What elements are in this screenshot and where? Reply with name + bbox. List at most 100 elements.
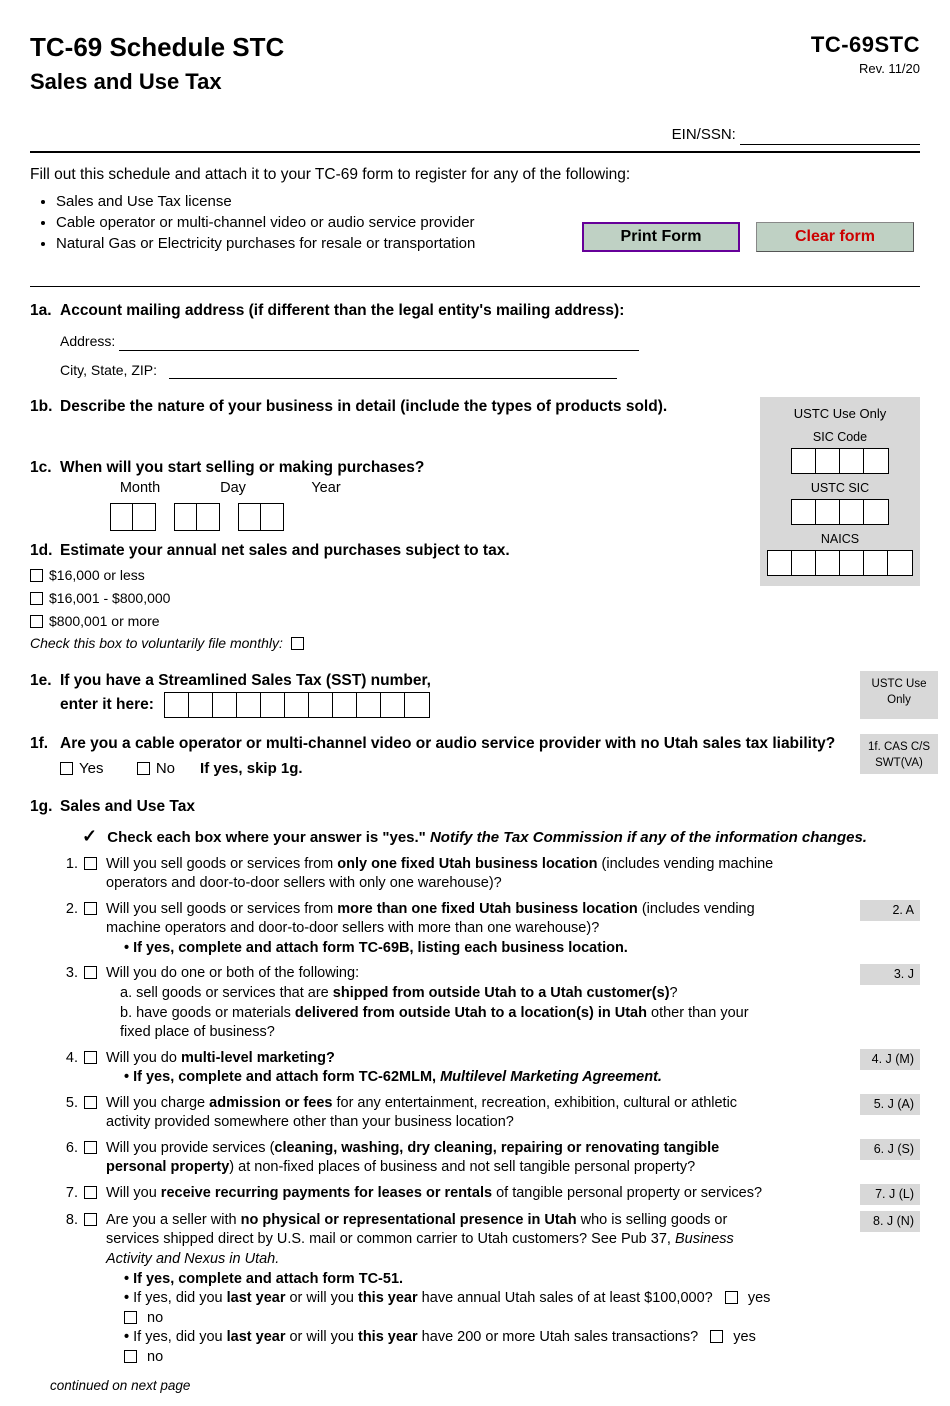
q1a: 1a. Account mailing address (if differen… bbox=[30, 301, 920, 322]
day-boxes[interactable] bbox=[174, 503, 220, 531]
month-boxes[interactable] bbox=[110, 503, 156, 531]
item-text: Will you provide services (cleaning, was… bbox=[106, 1139, 860, 1178]
day-label: Day bbox=[208, 479, 258, 499]
q1e-line2: enter it here: bbox=[60, 696, 154, 713]
q1f: 1f. Are you a cable operator or multi-ch… bbox=[30, 734, 920, 755]
checkbox[interactable] bbox=[710, 1330, 723, 1343]
tip-a: Check each box where your answer is "yes… bbox=[107, 829, 430, 846]
q1a-num: 1a. bbox=[30, 301, 60, 322]
item-side-code bbox=[860, 855, 920, 859]
checkbox[interactable] bbox=[725, 1291, 738, 1304]
q1g-item: 2.Will you sell goods or services from m… bbox=[60, 900, 920, 959]
checkbox[interactable] bbox=[60, 762, 73, 775]
form-revision: Rev. 11/20 bbox=[811, 60, 920, 78]
item-number: 3. bbox=[60, 964, 84, 1042]
checkbox[interactable] bbox=[30, 615, 43, 628]
ein-row: EIN/SSN: bbox=[30, 125, 920, 145]
q1g-item: 3.Will you do one or both of the followi… bbox=[60, 964, 920, 1042]
item-text: Are you a seller with no physical or rep… bbox=[106, 1211, 860, 1368]
q1g-item: 4. Will you do multi-level marketing?If y… bbox=[60, 1049, 920, 1088]
item-checkbox-wrap bbox=[84, 900, 106, 959]
item-checkbox-wrap bbox=[84, 964, 106, 1042]
item-side-code: 6. J (S) bbox=[860, 1139, 920, 1160]
item-side-code: 8. J (N) bbox=[860, 1211, 920, 1232]
title-block: TC-69 Schedule STC Sales and Use Tax bbox=[30, 30, 284, 97]
checkbox[interactable] bbox=[84, 1186, 97, 1199]
checkbox[interactable] bbox=[84, 902, 97, 915]
q1g-item: 8.Are you a seller with no physical or r… bbox=[60, 1211, 920, 1368]
q1e-text: If you have a Streamlined Sales Tax (SST… bbox=[60, 671, 920, 718]
intro-lead: Fill out this schedule and attach it to … bbox=[30, 165, 920, 186]
side-1f-l1: 1f. CAS C/S bbox=[862, 740, 936, 756]
item-number: 4. bbox=[60, 1049, 84, 1088]
item-checkbox-wrap bbox=[84, 1049, 106, 1088]
form-subtitle: Sales and Use Tax bbox=[30, 67, 284, 97]
checkbox[interactable] bbox=[124, 1350, 137, 1363]
city-row: City, State, ZIP: bbox=[60, 361, 920, 380]
q1d: 1d. Estimate your annual net sales and p… bbox=[30, 541, 748, 562]
ein-label: EIN/SSN: bbox=[672, 126, 736, 143]
checkbox[interactable] bbox=[124, 1311, 137, 1324]
item-number: 8. bbox=[60, 1211, 84, 1368]
q1g-list: 1.Will you sell goods or services from o… bbox=[60, 855, 920, 1368]
q1e-wrap: USTC Use Only 1e. If you have a Streamli… bbox=[30, 671, 920, 718]
check-icon: ✓ bbox=[82, 826, 97, 846]
item-number: 5. bbox=[60, 1094, 84, 1133]
q1f-options: Yes No If yes, skip 1g. bbox=[60, 759, 920, 779]
naics-boxes[interactable] bbox=[767, 550, 913, 576]
checkbox[interactable] bbox=[137, 762, 150, 775]
clear-form-button[interactable]: Clear form bbox=[756, 222, 914, 252]
ein-input-line[interactable] bbox=[740, 144, 920, 145]
checkbox[interactable] bbox=[84, 1213, 97, 1226]
side-1e-l1: USTC Use bbox=[862, 677, 936, 693]
item-side-code: 2. A bbox=[860, 900, 920, 921]
q1f-num: 1f. bbox=[30, 734, 60, 755]
checkbox[interactable] bbox=[30, 569, 43, 582]
q1d-text: Estimate your annual net sales and purch… bbox=[60, 541, 748, 562]
item-text: Will you sell goods or services from mor… bbox=[106, 900, 860, 959]
address-input-line[interactable] bbox=[119, 337, 639, 351]
checkbox[interactable] bbox=[84, 857, 97, 870]
intro-item: Sales and Use Tax license bbox=[56, 192, 920, 212]
header-bar: TC-69 Schedule STC Sales and Use Tax TC-… bbox=[30, 30, 920, 97]
ustc-panel: USTC Use Only SIC Code USTC SIC NAICS bbox=[760, 397, 920, 585]
naics-label: NAICS bbox=[766, 531, 914, 548]
q1e: 1e. If you have a Streamlined Sales Tax … bbox=[30, 671, 920, 718]
address-row: Address: bbox=[60, 332, 920, 351]
checkbox[interactable] bbox=[84, 1141, 97, 1154]
side-1f-l2: SWT(VA) bbox=[862, 756, 936, 772]
ustc-sic-boxes[interactable] bbox=[791, 499, 889, 525]
item-text: Will you receive recurring payments for … bbox=[106, 1184, 860, 1205]
form-code: TC-69STC bbox=[811, 30, 920, 60]
side-1e-l2: Only bbox=[862, 693, 936, 709]
q1b-num: 1b. bbox=[30, 397, 60, 418]
side-1f: 1f. CAS C/S SWT(VA) bbox=[860, 734, 938, 774]
city-input-line[interactable] bbox=[169, 365, 617, 379]
item-bullet: If yes, complete and attach form TC-62ML… bbox=[124, 1068, 780, 1088]
year-boxes[interactable] bbox=[238, 503, 284, 531]
skip-note: If yes, skip 1g. bbox=[200, 760, 303, 777]
q1e-num: 1e. bbox=[30, 671, 60, 718]
sst-boxes[interactable] bbox=[164, 692, 430, 718]
item-text: Will you do multi-level marketing?If yes… bbox=[106, 1049, 860, 1088]
monthly-label: Check this box to voluntarily file month… bbox=[30, 635, 283, 651]
checkbox[interactable] bbox=[291, 637, 304, 650]
checkbox[interactable] bbox=[84, 966, 97, 979]
checkbox[interactable] bbox=[30, 592, 43, 605]
print-form-button[interactable]: Print Form bbox=[582, 222, 740, 252]
month-label: Month bbox=[110, 479, 170, 499]
checkbox[interactable] bbox=[84, 1051, 97, 1064]
item-checkbox-wrap bbox=[84, 1094, 106, 1133]
section-rule bbox=[30, 286, 920, 287]
item-checkbox-wrap bbox=[84, 1211, 106, 1368]
checkbox[interactable] bbox=[84, 1096, 97, 1109]
item-number: 6. bbox=[60, 1139, 84, 1178]
corner-block: TC-69STC Rev. 11/20 bbox=[811, 30, 920, 77]
item-bullet: If yes, complete and attach form TC-69B,… bbox=[124, 939, 780, 959]
q1g-title: Sales and Use Tax bbox=[60, 797, 920, 818]
q1b-text: Describe the nature of your business in … bbox=[60, 397, 748, 418]
opt2-label: $16,001 - $800,000 bbox=[49, 590, 170, 606]
sic-boxes[interactable] bbox=[791, 448, 889, 474]
tip-b: Notify the Tax Commission if any of the … bbox=[430, 829, 867, 846]
q1g-item: 5.Will you charge admission or fees for … bbox=[60, 1094, 920, 1133]
